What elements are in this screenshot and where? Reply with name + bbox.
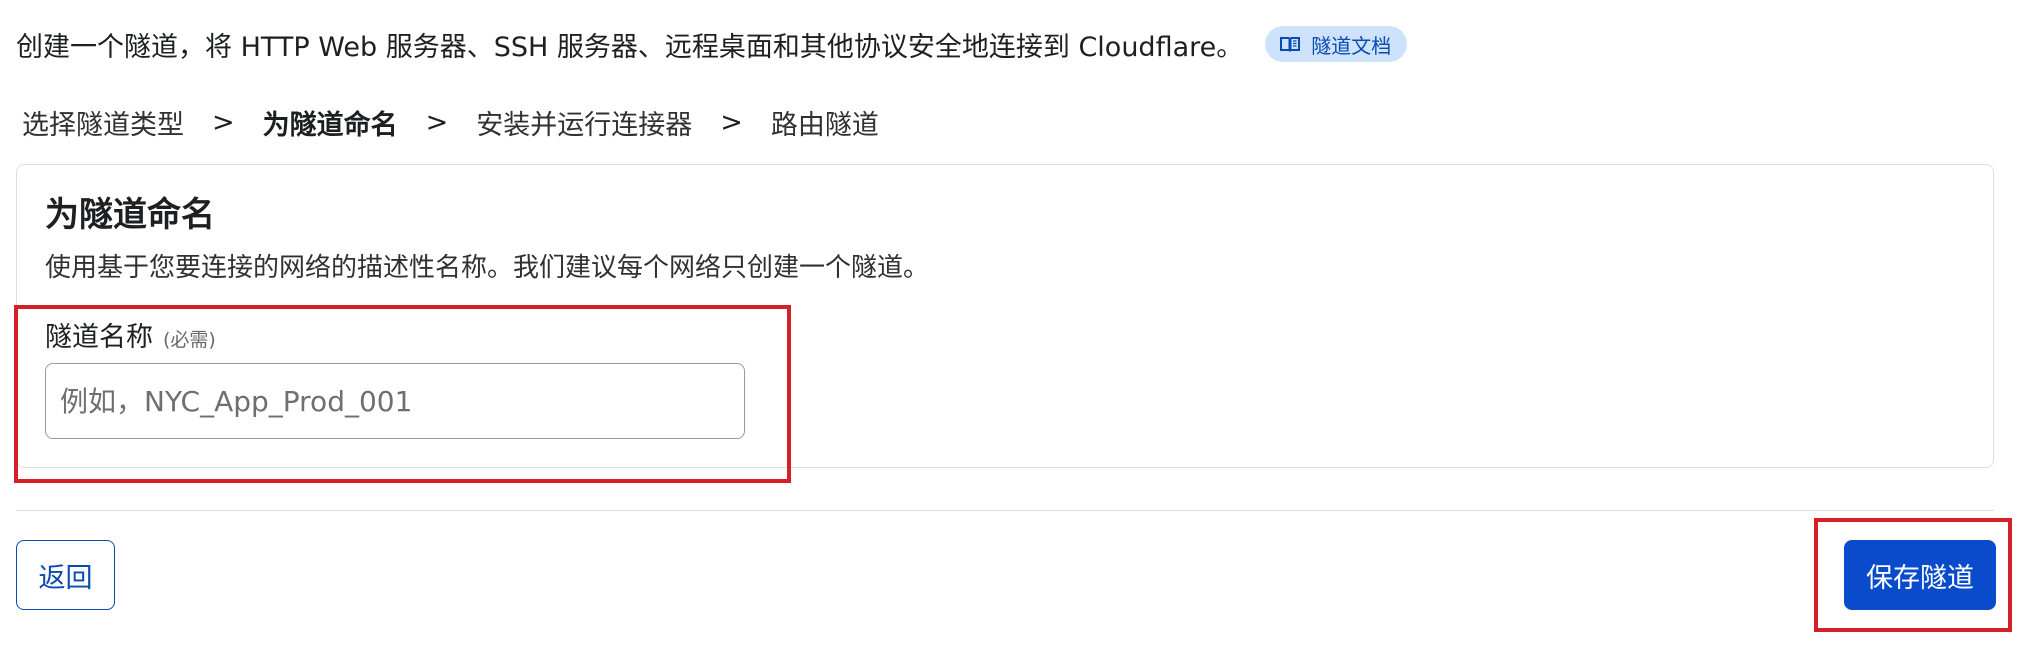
- name-tunnel-card: 为隧道命名 使用基于您要连接的网络的描述性名称。我们建议每个网络只创建一个隧道。…: [16, 164, 1994, 468]
- step-separator: >: [212, 106, 235, 138]
- required-marker: (必需): [163, 329, 216, 351]
- card-description: 使用基于您要连接的网络的描述性名称。我们建议每个网络只创建一个隧道。: [45, 253, 930, 283]
- intro-row: 创建一个隧道，将 HTTP Web 服务器、SSH 服务器、远程桌面和其他协议安…: [16, 24, 1408, 64]
- book-icon: [1279, 35, 1301, 53]
- step-install-connector: 安装并运行连接器: [476, 109, 693, 141]
- back-button[interactable]: 返回: [16, 540, 115, 610]
- step-route-tunnel: 路由隧道: [770, 109, 879, 141]
- save-tunnel-button[interactable]: 保存隧道: [1844, 540, 1996, 610]
- step-name-tunnel: 为隧道命名: [262, 109, 398, 141]
- footer-divider: [16, 510, 1994, 511]
- tunnel-name-label-text: 隧道名称: [45, 322, 153, 353]
- tunnel-name-input[interactable]: [45, 363, 745, 439]
- tunnel-docs-label: 隧道文档: [1311, 33, 1392, 58]
- card-title: 为隧道命名: [45, 195, 215, 235]
- tunnel-name-label: 隧道名称 (必需): [45, 315, 216, 354]
- intro-text: 创建一个隧道，将 HTTP Web 服务器、SSH 服务器、远程桌面和其他协议安…: [16, 31, 1244, 63]
- step-separator: >: [425, 106, 449, 138]
- step-separator: >: [720, 106, 743, 138]
- tunnel-docs-link[interactable]: 隧道文档: [1265, 26, 1408, 62]
- step-select-type: 选择隧道类型: [22, 109, 184, 141]
- wizard-breadcrumb: 选择隧道类型 > 为隧道命名 > 安装并运行连接器 > 路由隧道: [22, 102, 879, 142]
